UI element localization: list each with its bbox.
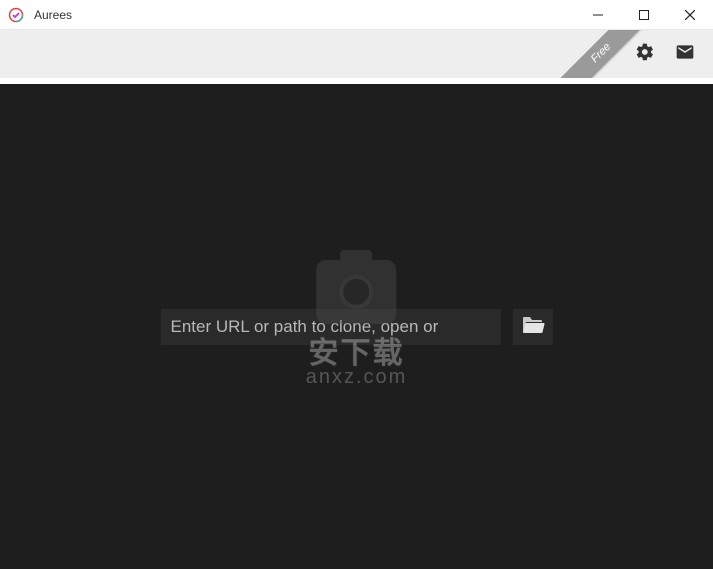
titlebar: Aurees xyxy=(0,0,713,30)
mail-icon xyxy=(675,42,695,67)
app-title: Aurees xyxy=(34,8,72,22)
minimize-button[interactable] xyxy=(575,0,621,30)
settings-button[interactable] xyxy=(625,34,665,74)
mail-button[interactable] xyxy=(665,34,705,74)
watermark-url: anxz.com xyxy=(306,365,408,388)
browse-button[interactable] xyxy=(513,309,553,345)
content-area: 安下载 anxz.com xyxy=(0,78,713,569)
maximize-button[interactable] xyxy=(621,0,667,30)
titlebar-left: Aurees xyxy=(0,7,72,23)
close-button[interactable] xyxy=(667,0,713,30)
gear-icon xyxy=(635,42,655,67)
app-icon xyxy=(8,7,24,23)
url-row xyxy=(161,309,553,345)
window-controls xyxy=(575,0,713,29)
url-input[interactable] xyxy=(161,309,501,345)
folder-open-icon xyxy=(521,314,545,339)
toolbar: Free xyxy=(0,30,713,78)
